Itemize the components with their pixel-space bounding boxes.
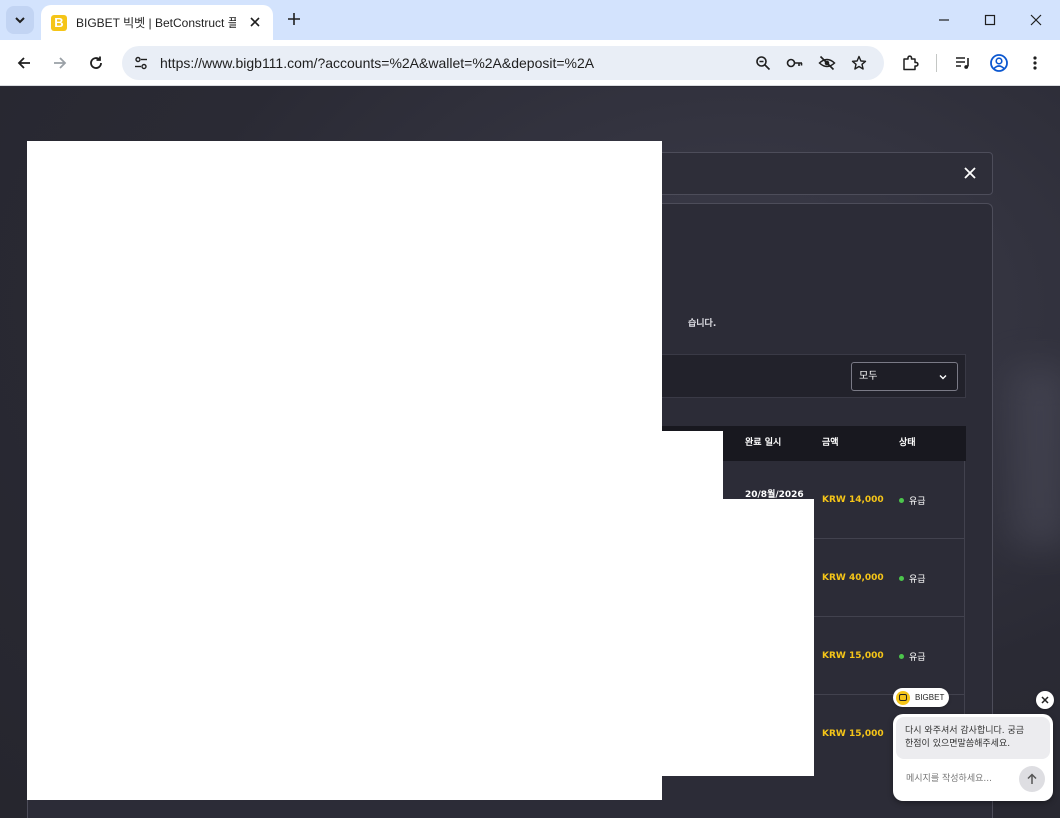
status-filter-value: 모두 [859, 371, 878, 382]
extensions-button[interactable] [898, 51, 922, 75]
redaction-block [662, 431, 723, 499]
chat-brand-badge[interactable]: BIGBET [893, 688, 949, 707]
profile-icon [990, 54, 1008, 72]
star-icon [851, 55, 867, 70]
redaction-block [662, 499, 814, 776]
chat-greeting-message: 다시 와주셔서 감사합니다. 궁금 한점이 있으면말씀해주세요. [896, 717, 1050, 759]
reload-icon [90, 56, 102, 69]
row-amount: KRW 14,000 [822, 495, 884, 505]
address-bar[interactable]: https://www.bigb111.com/?accounts=%2A&wa… [122, 46, 884, 80]
close-tab-button[interactable] [247, 15, 263, 31]
close-icon [1041, 696, 1049, 704]
close-window-button[interactable] [1013, 0, 1059, 40]
site-info-button[interactable] [130, 52, 152, 74]
puzzle-icon [903, 55, 919, 71]
status-dot-icon [899, 497, 904, 503]
passwords-button[interactable] [784, 52, 806, 74]
chat-message-line: 다시 와주셔서 감사합니다. 궁금 [905, 726, 1025, 736]
status-filter-select[interactable]: 모두 [851, 362, 958, 391]
row-status: 유급 [899, 461, 926, 539]
url-text[interactable]: https://www.bigb111.com/?accounts=%2A&wa… [160, 46, 594, 80]
media-controls-button[interactable] [951, 51, 975, 75]
minimize-button[interactable] [921, 0, 967, 40]
page-content: 습니다. 모두 완료 일시 금액 상태 20/8월/2026 KRW 14,00… [0, 87, 1060, 818]
chat-widget: 다시 와주셔서 감사합니다. 궁금 한점이 있으면말씀해주세요. 메시지를 작성… [893, 714, 1053, 801]
zoom-out-icon [756, 56, 771, 71]
tab-title: BIGBET 빅벳 | BetConstruct 플 [76, 16, 236, 30]
chat-brand-name: BIGBET [915, 693, 945, 702]
media-queue-icon [956, 57, 969, 69]
forward-button[interactable] [46, 49, 74, 77]
row-amount: KRW 15,000 [822, 729, 884, 739]
column-header-completed: 완료 일시 [745, 438, 782, 448]
notice-text: 습니다. [688, 319, 717, 329]
tab-search-button[interactable] [6, 6, 34, 34]
close-icon [250, 16, 260, 27]
key-icon [786, 58, 803, 68]
reload-button[interactable] [82, 49, 110, 77]
tracking-protection-button[interactable] [816, 52, 838, 74]
background-glow [1010, 367, 1060, 547]
arrow-up-icon [1027, 773, 1037, 784]
browser-tab[interactable]: B BIGBET 빅벳 | BetConstruct 플 [41, 5, 273, 40]
status-dot-icon [899, 575, 904, 581]
minimize-icon [939, 19, 949, 21]
forward-arrow-icon [54, 57, 67, 69]
row-status: 유급 [899, 617, 926, 695]
status-dot-icon [899, 653, 904, 659]
profile-button[interactable] [987, 51, 1011, 75]
status-label: 유급 [909, 652, 926, 663]
tab-strip: B BIGBET 빅벳 | BetConstruct 플 [0, 0, 1060, 40]
row-status: 유급 [899, 539, 926, 617]
chat-close-button[interactable] [1036, 691, 1054, 709]
chevron-down-icon [15, 17, 25, 24]
redaction-block [27, 141, 662, 800]
zoom-button[interactable] [752, 52, 774, 74]
chat-message-input[interactable]: 메시지를 작성하세요... [906, 771, 992, 784]
close-icon [1030, 14, 1042, 26]
toolbar-separator [936, 54, 937, 72]
chevron-down-icon [937, 371, 949, 383]
bookmark-button[interactable] [848, 52, 870, 74]
back-button[interactable] [10, 49, 38, 77]
column-header-amount: 금액 [822, 438, 839, 448]
status-label: 유급 [909, 496, 926, 507]
back-arrow-icon [17, 57, 30, 69]
chat-message-line: 한점이 있으면말씀해주세요. [905, 739, 1011, 749]
modal-close-button[interactable] [960, 163, 980, 183]
chat-send-button[interactable] [1019, 766, 1045, 792]
plus-icon [288, 13, 300, 25]
row-amount: KRW 40,000 [822, 573, 884, 583]
browser-toolbar: https://www.bigb111.com/?accounts=%2A&wa… [0, 40, 1060, 86]
column-header-status: 상태 [899, 438, 916, 448]
eye-off-icon [818, 55, 836, 71]
browser-menu-button[interactable] [1023, 51, 1047, 75]
close-icon [964, 167, 976, 179]
tune-icon [135, 56, 147, 70]
bigbet-favicon-icon: B [51, 14, 67, 31]
chat-logo-icon [896, 690, 910, 705]
maximize-button[interactable] [967, 0, 1013, 40]
status-label: 유급 [909, 574, 926, 585]
kebab-menu-icon [1033, 56, 1037, 70]
row-amount: KRW 15,000 [822, 651, 884, 661]
new-tab-button[interactable] [283, 8, 305, 30]
maximize-icon [984, 14, 996, 26]
